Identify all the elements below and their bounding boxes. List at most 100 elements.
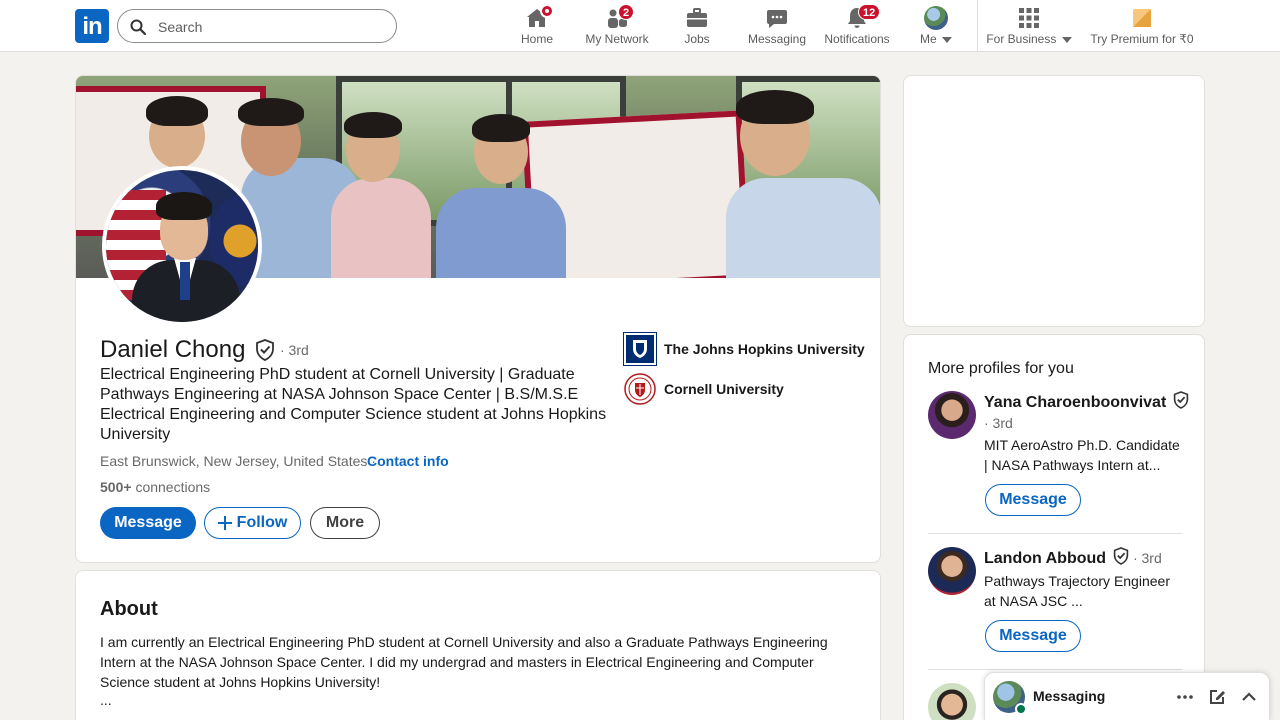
about-card: About I am currently an Electrical Engin…: [75, 570, 881, 720]
suggested-profile-name-row[interactable]: Yana Charoenboonvivat: [984, 391, 1189, 412]
connections-count: 500+ connections: [100, 479, 210, 495]
ad-placeholder-card: [903, 75, 1205, 327]
profile-card: Daniel Chong · 3rd Electrical Engineerin…: [75, 75, 881, 563]
nav-messaging[interactable]: Messaging: [742, 0, 812, 52]
suggested-profile-name-row[interactable]: Landon Abboud · 3rd: [984, 547, 1162, 568]
suggested-profile-name[interactable]: Landon Abboud: [984, 550, 1106, 567]
suggested-profile-headline: MIT AeroAstro Ph.D. Candidate | NASA Pat…: [984, 437, 1180, 473]
school-item-jhu[interactable]: The Johns Hopkins University: [623, 332, 865, 366]
school-name: Cornell University: [664, 381, 784, 397]
avatar-hair: [156, 192, 212, 220]
nav-my-network[interactable]: 2 My Network: [582, 0, 652, 52]
suggested-profile-name[interactable]: Yana Charoenboonvivat: [984, 394, 1166, 411]
caret-down-icon: [942, 36, 952, 43]
home-notification-dot: [540, 4, 554, 18]
banner-person-hair: [736, 90, 814, 124]
caret-down-icon: [1061, 36, 1072, 43]
nav-me[interactable]: Me: [907, 0, 965, 52]
more-button-label: More: [325, 514, 365, 531]
compose-icon[interactable]: [1205, 685, 1229, 709]
more-profiles-title: More profiles for you: [928, 360, 1074, 377]
banner-person-hair: [238, 98, 304, 126]
more-horizontal-icon[interactable]: [1173, 685, 1197, 709]
me-avatar: [924, 6, 948, 30]
suggested-profile[interactable]: Landon Abboud · 3rd Pathways Trajectory …: [928, 547, 1182, 667]
grid-icon: [1019, 8, 1039, 28]
banner-person-hair: [472, 114, 530, 142]
nav-label: My Network: [585, 32, 649, 46]
notifications-badge: 12: [858, 4, 881, 20]
connections-number: 500+: [100, 479, 132, 495]
chevron-up-icon[interactable]: [1237, 685, 1261, 709]
verified-shield-icon: [1173, 391, 1188, 409]
nav-label: Jobs: [684, 32, 710, 46]
school-item-cornell[interactable]: Cornell University: [624, 373, 784, 405]
nav-label: Home: [520, 32, 553, 46]
profile-photo[interactable]: [102, 166, 262, 326]
message-button-label: Message: [999, 627, 1067, 644]
nav-home[interactable]: Home: [507, 0, 567, 52]
connection-degree: · 3rd: [280, 342, 309, 358]
avatar[interactable]: [928, 683, 976, 720]
message-button-label: Message: [999, 491, 1067, 508]
cornell-seal-icon: [624, 373, 656, 405]
avatar[interactable]: [928, 391, 976, 439]
premium-icon: [1133, 9, 1151, 27]
nav-label: Try Premium for ₹0: [1090, 32, 1194, 46]
search-input[interactable]: [158, 16, 378, 38]
profile-name: Daniel Chong: [100, 336, 246, 363]
nav-business-label-row: For Business: [985, 32, 1073, 46]
verified-shield-icon[interactable]: [255, 339, 275, 361]
nav-try-premium[interactable]: Try Premium for ₹0: [1087, 0, 1197, 52]
divider: [928, 533, 1182, 534]
linkedin-logo[interactable]: in: [75, 9, 109, 43]
plus-icon: [217, 516, 232, 530]
banner-person: [331, 178, 431, 278]
banner-person-hair: [146, 96, 208, 126]
suggested-profile[interactable]: Yana Charoenboonvivat · 3rd MIT AeroAstr…: [928, 391, 1188, 531]
about-title: About: [100, 598, 158, 620]
nav-label: Me: [919, 32, 937, 46]
search-icon: [130, 19, 146, 35]
nav-me-label-row: Me: [907, 32, 965, 46]
suggested-profile-degree: · 3rd: [984, 415, 1013, 431]
more-button[interactable]: More: [310, 507, 380, 539]
message-button-label: Message: [114, 514, 182, 531]
network-badge: 2: [618, 4, 635, 20]
banner-person: [436, 188, 566, 278]
more-profiles-card: More profiles for you Yana Charoenboonvi…: [903, 334, 1205, 720]
nav-divider: [977, 0, 978, 52]
jhu-logo-icon: [623, 332, 657, 366]
about-text: I am currently an Electrical Engineering…: [100, 634, 828, 690]
about-see-more[interactable]: ...: [100, 692, 112, 708]
connections-label: connections: [135, 479, 211, 495]
follow-button[interactable]: Follow: [204, 507, 301, 539]
online-status-dot: [1015, 703, 1027, 715]
search-box[interactable]: [117, 9, 397, 43]
follow-button-label: Follow: [236, 514, 288, 531]
messaging-overlay-label[interactable]: Messaging: [1033, 688, 1105, 704]
briefcase-icon: [687, 8, 707, 27]
nav-label: Messaging: [747, 32, 807, 46]
chat-icon: [767, 10, 787, 28]
nav-label: For Business: [986, 32, 1057, 46]
nav-notifications[interactable]: 12 Notifications: [822, 0, 892, 52]
message-button[interactable]: Message: [985, 620, 1081, 652]
suggested-profile-headline: Pathways Trajectory Engineer at NASA JSC…: [984, 573, 1170, 609]
nav-jobs[interactable]: Jobs: [667, 0, 727, 52]
banner-person-hair: [344, 112, 402, 138]
messaging-overlay[interactable]: Messaging: [984, 672, 1270, 720]
verified-shield-icon: [1113, 547, 1128, 565]
profile-location: East Brunswick, New Jersey, United State…: [100, 453, 376, 469]
avatar-tie: [180, 262, 190, 300]
avatar[interactable]: [928, 547, 976, 595]
message-button[interactable]: Message: [985, 484, 1081, 516]
message-button[interactable]: Message: [100, 507, 196, 539]
divider: [928, 669, 1182, 670]
school-name: The Johns Hopkins University: [664, 341, 865, 357]
global-nav: in Home 2 My Network Jobs: [0, 0, 1280, 52]
suggested-profile-degree: · 3rd: [1132, 550, 1162, 566]
nav-for-business[interactable]: For Business: [985, 0, 1073, 52]
contact-info-link[interactable]: Contact info: [367, 453, 449, 469]
profile-headline: Electrical Engineering PhD student at Co…: [100, 366, 607, 443]
